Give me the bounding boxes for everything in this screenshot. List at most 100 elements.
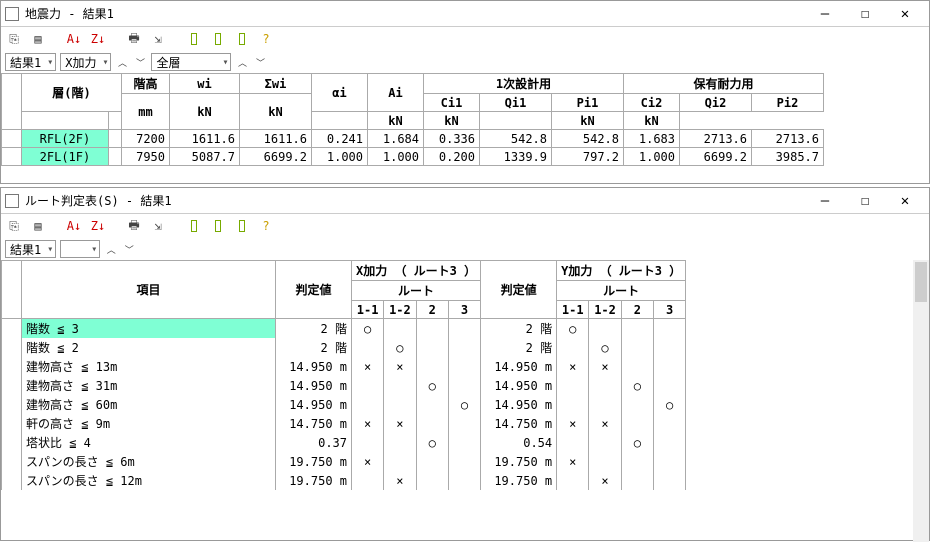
copy-icon[interactable]: ⎘ bbox=[5, 30, 23, 48]
grid3-icon[interactable] bbox=[233, 217, 251, 235]
chart-icon[interactable]: ▤ bbox=[29, 30, 47, 48]
table-row[interactable]: 建物高さ ≦ 31m14.950 m○14.950 m○ bbox=[2, 376, 716, 395]
maximize-button[interactable]: ☐ bbox=[845, 190, 885, 212]
close-button[interactable]: ✕ bbox=[885, 190, 925, 212]
cell-x: ○ bbox=[352, 319, 384, 339]
cell-y: ○ bbox=[621, 433, 653, 452]
cell-y bbox=[589, 433, 621, 452]
cell-valy: 14.950 m bbox=[481, 395, 557, 414]
table-row[interactable]: 軒の高さ ≦ 9m14.750 m××14.750 m×× bbox=[2, 414, 716, 433]
cell: 0.200 bbox=[424, 148, 480, 166]
titlebar[interactable]: 地震力 - 結果1 — ☐ ✕ bbox=[1, 1, 929, 27]
unit-kN-4: kN bbox=[424, 112, 480, 130]
row-header bbox=[2, 376, 22, 395]
direction-select[interactable]: X加力 bbox=[60, 53, 111, 71]
cell-x bbox=[352, 338, 384, 357]
table-row[interactable]: 塔状比 ≦ 40.37○0.54○ bbox=[2, 433, 716, 452]
table-row[interactable]: 建物高さ ≦ 60m14.950 m○14.950 m○ bbox=[2, 395, 716, 414]
col-route-y: ルート bbox=[557, 281, 686, 301]
col-group-y: Y加力 （ ルート3 ） bbox=[557, 261, 686, 281]
maximize-button[interactable]: ☐ bbox=[845, 3, 885, 25]
cell: 2713.6 bbox=[680, 130, 752, 148]
result-select[interactable]: 結果1 bbox=[5, 53, 56, 71]
cell-y: ○ bbox=[621, 376, 653, 395]
chart-icon[interactable]: ▤ bbox=[29, 217, 47, 235]
table-row[interactable]: 階数 ≦ 22 階○2 階○ bbox=[2, 338, 716, 357]
unit-kN-3: kN bbox=[368, 112, 424, 130]
col-Qi2: Qi2 bbox=[680, 94, 752, 112]
toolbar: ⎘ ▤ A↓ Z↓ 🖶 ⇲ ? bbox=[1, 27, 929, 51]
copy-icon[interactable]: ⎘ bbox=[5, 217, 23, 235]
grid2-icon[interactable] bbox=[209, 30, 227, 48]
cell-y: × bbox=[589, 471, 621, 490]
row-header bbox=[2, 433, 22, 452]
export-icon[interactable]: ⇲ bbox=[149, 30, 167, 48]
cell-x: × bbox=[352, 452, 384, 471]
minimize-button[interactable]: — bbox=[805, 3, 845, 25]
cell-x bbox=[448, 319, 480, 339]
sort-asc-icon[interactable]: A↓ bbox=[65, 30, 83, 48]
grid3-icon[interactable] bbox=[233, 30, 251, 48]
vertical-scrollbar[interactable] bbox=[913, 260, 929, 542]
table-row[interactable]: 階数 ≦ 32 階○2 階○ bbox=[2, 319, 716, 339]
print-icon[interactable]: 🖶 bbox=[125, 217, 143, 235]
cell-y bbox=[589, 395, 621, 414]
prev-button[interactable]: ︿ bbox=[104, 242, 118, 256]
export-icon[interactable]: ⇲ bbox=[149, 217, 167, 235]
cell-x bbox=[448, 452, 480, 471]
grid1-icon[interactable] bbox=[185, 217, 203, 235]
next-button[interactable]: ﹀ bbox=[122, 242, 136, 256]
blank bbox=[686, 395, 716, 414]
grid1-icon[interactable] bbox=[185, 30, 203, 48]
col-y-3: 3 bbox=[653, 301, 685, 319]
cell-x bbox=[448, 376, 480, 395]
cell-y: × bbox=[557, 414, 589, 433]
route-table: 項目 判定値 X加力 （ ルート3 ） 判定値 Y加力 （ ルート3 ） ルート… bbox=[1, 260, 716, 490]
cell-y bbox=[621, 471, 653, 490]
minimize-button[interactable]: — bbox=[805, 190, 845, 212]
help-icon[interactable]: ? bbox=[257, 30, 275, 48]
cell: 1611.6 bbox=[240, 130, 312, 148]
col-x-3: 3 bbox=[448, 301, 480, 319]
row-header bbox=[2, 357, 22, 376]
sort-asc-icon[interactable]: A↓ bbox=[65, 217, 83, 235]
cell-y bbox=[621, 414, 653, 433]
cell-y bbox=[653, 376, 685, 395]
scrollbar-thumb[interactable] bbox=[915, 262, 927, 302]
col-ai: αi bbox=[312, 74, 368, 112]
sort-desc-icon[interactable]: Z↓ bbox=[89, 30, 107, 48]
help-icon[interactable]: ? bbox=[257, 217, 275, 235]
seismic-grid-scroll[interactable]: 層(階) 階高 wi Σwi αi Ai 1次設計用 保有耐力用 mm kN k… bbox=[1, 73, 929, 185]
cell: 7200 bbox=[122, 130, 170, 148]
cell-x bbox=[416, 395, 448, 414]
cell: 0.336 bbox=[424, 130, 480, 148]
table-row[interactable]: 建物高さ ≦ 13m14.950 m××14.950 m×× bbox=[2, 357, 716, 376]
prev-dir-button[interactable]: ︿ bbox=[115, 55, 129, 69]
cell-x: ○ bbox=[448, 395, 480, 414]
titlebar[interactable]: ルート判定表(S) - 結果1 — ☐ ✕ bbox=[1, 188, 929, 214]
cell-x bbox=[416, 357, 448, 376]
table-row[interactable]: RFL(2F)72001611.61611.60.2411.6840.33654… bbox=[2, 130, 824, 148]
col-Ci1: Ci1 bbox=[424, 94, 480, 112]
grid2-icon[interactable] bbox=[209, 217, 227, 235]
table-row[interactable]: スパンの長さ ≦ 6m19.750 m×19.750 m× bbox=[2, 452, 716, 471]
print-icon[interactable]: 🖶 bbox=[125, 30, 143, 48]
close-button[interactable]: ✕ bbox=[885, 3, 925, 25]
cell-y bbox=[653, 319, 685, 339]
next-range-button[interactable]: ﹀ bbox=[253, 55, 267, 69]
result-select[interactable]: 結果1 bbox=[5, 240, 56, 258]
col-y-11: 1-1 bbox=[557, 301, 589, 319]
table-row[interactable]: スパンの長さ ≦ 12m19.750 m×19.750 m× bbox=[2, 471, 716, 490]
prev-range-button[interactable]: ︿ bbox=[235, 55, 249, 69]
blank bbox=[686, 338, 716, 357]
direction-select-value: X加力 bbox=[65, 54, 96, 71]
next-dir-button[interactable]: ﹀ bbox=[133, 55, 147, 69]
empty-select[interactable] bbox=[60, 240, 100, 258]
route-grid-scroll[interactable]: 項目 判定値 X加力 （ ルート3 ） 判定値 Y加力 （ ルート3 ） ルート… bbox=[1, 260, 929, 542]
table-row[interactable]: 2FL(1F)79505087.76699.21.0001.0000.20013… bbox=[2, 148, 824, 166]
sort-desc-icon[interactable]: Z↓ bbox=[89, 217, 107, 235]
cell-valx: 14.950 m bbox=[276, 395, 352, 414]
cell-y: × bbox=[589, 414, 621, 433]
range-select[interactable]: 全層 bbox=[151, 53, 231, 71]
cell: 1.000 bbox=[368, 148, 424, 166]
